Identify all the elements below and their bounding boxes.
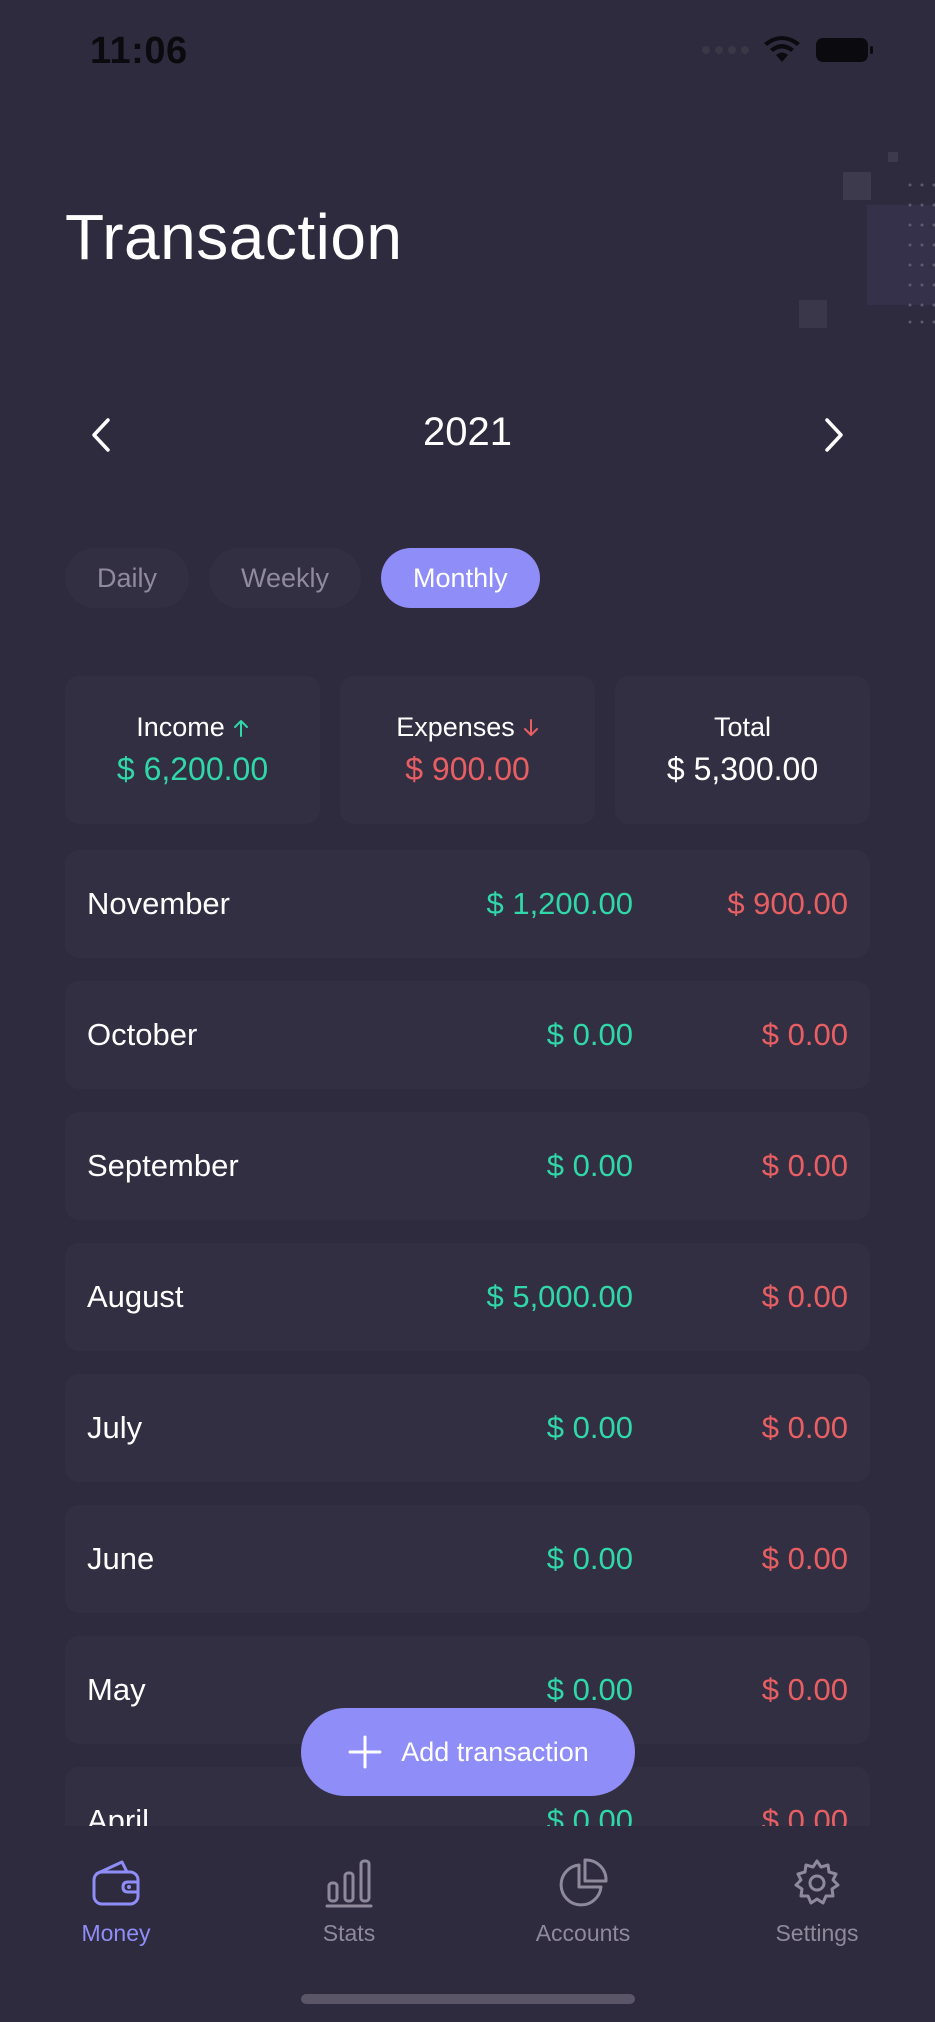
month-name: May (87, 1672, 146, 1707)
pie-chart-icon (559, 1858, 608, 1907)
battery-icon (816, 38, 873, 62)
month-name: October (87, 1017, 198, 1052)
month-expense: $ 0.00 (761, 1541, 848, 1576)
month-row[interactable]: September $ 0.00 $ 0.00 (65, 1112, 870, 1220)
status-bar: 11:06 (0, 0, 935, 110)
month-income: $ 0.00 (546, 1410, 633, 1445)
nav-stats[interactable]: Stats (269, 1856, 429, 1947)
signal-icon (702, 46, 749, 54)
income-label-row: Income (136, 712, 249, 743)
expenses-label-row: Expenses (396, 712, 539, 743)
month-name: November (87, 886, 230, 921)
month-name: July (87, 1410, 143, 1445)
bar-chart-icon (325, 1859, 373, 1908)
month-income: $ 0.00 (546, 1541, 633, 1576)
month-name: August (87, 1279, 184, 1314)
income-card: Income $ 6,200.00 (65, 676, 320, 824)
month-income: $ 1,200.00 (486, 886, 633, 921)
income-total: $ 6,200.00 (116, 751, 269, 787)
month-expense: $ 0.00 (761, 1017, 848, 1052)
expenses-card: Expenses $ 900.00 (340, 676, 595, 824)
nav-settings[interactable]: Settings (737, 1856, 897, 1947)
month-income: $ 0.00 (546, 1017, 633, 1052)
home-indicator (301, 1994, 635, 2004)
net-total: $ 5,300.00 (666, 751, 819, 787)
month-expense: $ 0.00 (761, 1410, 848, 1445)
plus-icon (348, 1735, 382, 1769)
month-row[interactable]: October $ 0.00 $ 0.00 (65, 981, 870, 1089)
tab-monthly[interactable]: Monthly (381, 548, 540, 608)
status-icons (702, 36, 875, 64)
chevron-right-icon (825, 418, 843, 452)
gear-icon (794, 1859, 840, 1905)
wallet-icon (92, 1860, 140, 1906)
nav-money-label: Money (81, 1920, 151, 1946)
month-name: June (87, 1541, 155, 1576)
total-card: Total $ 5,300.00 (615, 676, 870, 824)
status-time: 11:06 (90, 30, 188, 72)
add-transaction-button[interactable]: Add transaction (301, 1708, 635, 1796)
arrow-down-icon (523, 718, 538, 736)
nav-accounts[interactable]: Accounts (503, 1856, 663, 1947)
wifi-icon (764, 36, 800, 62)
nav-accounts-label: Accounts (535, 1920, 631, 1946)
page-title: Transaction (65, 201, 403, 273)
income-label: Income (136, 712, 225, 742)
bottom-nav: Money Stats Accounts Settings (0, 1826, 935, 2022)
month-expense: $ 0.00 (761, 1279, 848, 1314)
expenses-label: Expenses (396, 712, 515, 742)
month-name: September (87, 1148, 239, 1183)
decorative-pattern (799, 152, 935, 328)
month-row[interactable]: August $ 5,000.00 $ 0.00 (65, 1243, 870, 1351)
month-row[interactable]: July $ 0.00 $ 0.00 (65, 1374, 870, 1482)
nav-settings-label: Settings (775, 1920, 859, 1946)
month-expense: $ 900.00 (727, 886, 848, 921)
month-row[interactable]: November $ 1,200.00 $ 900.00 (65, 850, 870, 958)
month-expense: $ 0.00 (761, 1672, 848, 1707)
nav-stats-label: Stats (322, 1920, 376, 1946)
summary-cards: Income $ 6,200.00 Expenses $ 900.00 Tota… (65, 676, 870, 824)
month-expense: $ 0.00 (761, 1148, 848, 1183)
year-label: 2021 (423, 410, 512, 454)
expenses-total: $ 900.00 (405, 751, 530, 787)
month-row[interactable]: June $ 0.00 $ 0.00 (65, 1505, 870, 1613)
total-label: Total (713, 712, 772, 742)
nav-money[interactable]: Money (36, 1856, 196, 1947)
arrow-up-icon (233, 719, 248, 737)
month-income: $ 0.00 (546, 1148, 633, 1183)
period-tabs: Daily Weekly Monthly (65, 548, 540, 608)
year-navigator: 2021 (0, 400, 935, 470)
tab-weekly[interactable]: Weekly (209, 548, 362, 608)
tab-daily[interactable]: Daily (65, 548, 190, 608)
next-year-button[interactable] (811, 412, 857, 458)
add-transaction-label: Add transaction (401, 1736, 589, 1767)
month-income: $ 5,000.00 (486, 1279, 633, 1314)
